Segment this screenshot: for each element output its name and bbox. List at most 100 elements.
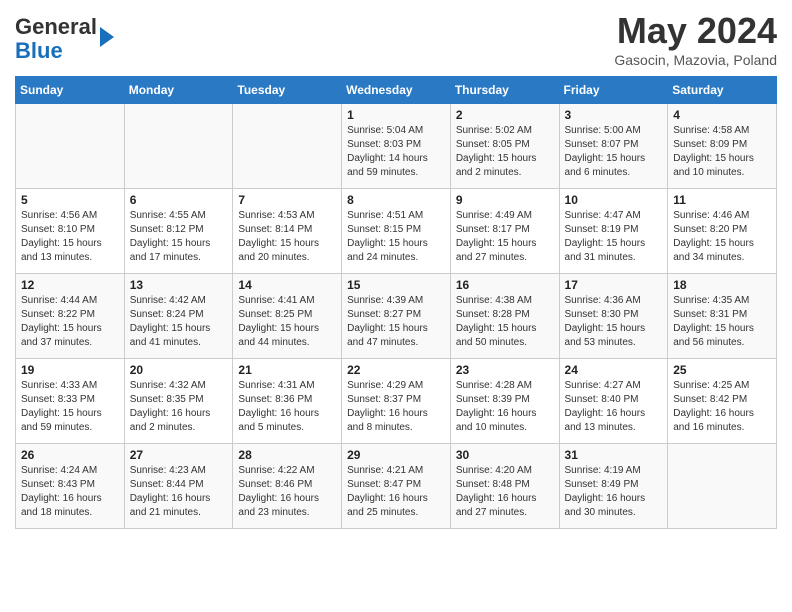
col-header-friday: Friday xyxy=(559,77,668,104)
calendar-cell: 11 Sunrise: 4:46 AM Sunset: 8:20 PM Dayli… xyxy=(668,189,777,274)
day-number: 18 xyxy=(673,278,771,292)
calendar-cell: 3 Sunrise: 5:00 AM Sunset: 8:07 PM Daylig… xyxy=(559,104,668,189)
week-row-1: 1 Sunrise: 5:04 AM Sunset: 8:03 PM Daylig… xyxy=(16,104,777,189)
calendar-cell: 9 Sunrise: 4:49 AM Sunset: 8:17 PM Daylig… xyxy=(450,189,559,274)
logo-arrow-icon xyxy=(100,27,114,47)
day-number: 12 xyxy=(21,278,119,292)
title-block: May 2024 Gasocin, Mazovia, Poland xyxy=(614,10,777,68)
calendar-cell: 15Sunrise: 4:39 AM Sunset: 8:27 PM Dayli… xyxy=(342,274,451,359)
calendar-cell: 7 Sunrise: 4:53 AM Sunset: 8:14 PM Daylig… xyxy=(233,189,342,274)
day-number: 23 xyxy=(456,363,554,377)
day-info: Sunrise: 4:49 AM Sunset: 8:17 PM Dayligh… xyxy=(456,209,554,265)
main-title: May 2024 xyxy=(614,10,777,52)
day-number: 27 xyxy=(130,448,228,462)
calendar-cell: 21Sunrise: 4:31 AM Sunset: 8:36 PM Dayli… xyxy=(233,359,342,444)
subtitle: Gasocin, Mazovia, Poland xyxy=(614,52,777,68)
col-header-wednesday: Wednesday xyxy=(342,77,451,104)
logo: General Blue xyxy=(15,15,114,63)
week-row-5: 26 Sunrise: 4:24 AM Sunset: 8:43 PM Dayli… xyxy=(16,444,777,529)
day-info: Sunrise: 4:44 AM Sunset: 8:22 PM Dayligh… xyxy=(21,294,119,350)
day-number: 8 xyxy=(347,193,445,207)
day-info: Sunrise: 4:31 AM Sunset: 8:36 PM Dayligh… xyxy=(238,379,336,435)
calendar-cell: 24Sunrise: 4:27 AM Sunset: 8:40 PM Dayli… xyxy=(559,359,668,444)
day-number: 29 xyxy=(347,448,445,462)
header-row: SundayMondayTuesdayWednesdayThursdayFrid… xyxy=(16,77,777,104)
calendar-cell: 6 Sunrise: 4:55 AM Sunset: 8:12 PM Daylig… xyxy=(124,189,233,274)
day-info: Sunrise: 4:53 AM Sunset: 8:14 PM Dayligh… xyxy=(238,209,336,265)
day-info: Sunrise: 4:46 AM Sunset: 8:20 PM Dayligh… xyxy=(673,209,771,265)
day-number: 9 xyxy=(456,193,554,207)
day-number: 7 xyxy=(238,193,336,207)
day-number: 26 xyxy=(21,448,119,462)
day-info: Sunrise: 4:55 AM Sunset: 8:12 PM Dayligh… xyxy=(130,209,228,265)
page-header: General Blue May 2024 Gasocin, Mazovia, … xyxy=(15,10,777,68)
day-number: 10 xyxy=(565,193,663,207)
week-row-2: 5Sunrise: 4:56 AM Sunset: 8:10 PM Daylig… xyxy=(16,189,777,274)
day-info: Sunrise: 4:41 AM Sunset: 8:25 PM Dayligh… xyxy=(238,294,336,350)
week-row-4: 19Sunrise: 4:33 AM Sunset: 8:33 PM Dayli… xyxy=(16,359,777,444)
day-number: 16 xyxy=(456,278,554,292)
day-number: 30 xyxy=(456,448,554,462)
col-header-saturday: Saturday xyxy=(668,77,777,104)
day-info: Sunrise: 4:36 AM Sunset: 8:30 PM Dayligh… xyxy=(565,294,663,350)
calendar-cell: 19Sunrise: 4:33 AM Sunset: 8:33 PM Dayli… xyxy=(16,359,125,444)
calendar-cell: 29 Sunrise: 4:21 AM Sunset: 8:47 PM Dayli… xyxy=(342,444,451,529)
calendar-cell: 18 Sunrise: 4:35 AM Sunset: 8:31 PM Dayli… xyxy=(668,274,777,359)
calendar-table: SundayMondayTuesdayWednesdayThursdayFrid… xyxy=(15,76,777,529)
col-header-monday: Monday xyxy=(124,77,233,104)
calendar-cell: 5Sunrise: 4:56 AM Sunset: 8:10 PM Daylig… xyxy=(16,189,125,274)
day-info: Sunrise: 4:29 AM Sunset: 8:37 PM Dayligh… xyxy=(347,379,445,435)
calendar-cell: 8 Sunrise: 4:51 AM Sunset: 8:15 PM Daylig… xyxy=(342,189,451,274)
day-info: Sunrise: 5:04 AM Sunset: 8:03 PM Dayligh… xyxy=(347,124,445,180)
day-info: Sunrise: 4:35 AM Sunset: 8:31 PM Dayligh… xyxy=(673,294,771,350)
day-number: 25 xyxy=(673,363,771,377)
calendar-cell: 10 Sunrise: 4:47 AM Sunset: 8:19 PM Dayli… xyxy=(559,189,668,274)
day-number: 4 xyxy=(673,108,771,122)
day-info: Sunrise: 4:21 AM Sunset: 8:47 PM Dayligh… xyxy=(347,464,445,520)
day-info: Sunrise: 4:20 AM Sunset: 8:48 PM Dayligh… xyxy=(456,464,554,520)
calendar-cell: 26 Sunrise: 4:24 AM Sunset: 8:43 PM Dayli… xyxy=(16,444,125,529)
day-info: Sunrise: 4:58 AM Sunset: 8:09 PM Dayligh… xyxy=(673,124,771,180)
logo-blue: Blue xyxy=(15,38,63,63)
day-number: 17 xyxy=(565,278,663,292)
day-info: Sunrise: 4:19 AM Sunset: 8:49 PM Dayligh… xyxy=(565,464,663,520)
day-number: 31 xyxy=(565,448,663,462)
day-number: 13 xyxy=(130,278,228,292)
day-number: 11 xyxy=(673,193,771,207)
day-info: Sunrise: 4:28 AM Sunset: 8:39 PM Dayligh… xyxy=(456,379,554,435)
calendar-cell: 22Sunrise: 4:29 AM Sunset: 8:37 PM Dayli… xyxy=(342,359,451,444)
calendar-cell: 31 Sunrise: 4:19 AM Sunset: 8:49 PM Dayli… xyxy=(559,444,668,529)
calendar-cell: 30 Sunrise: 4:20 AM Sunset: 8:48 PM Dayli… xyxy=(450,444,559,529)
day-info: Sunrise: 4:23 AM Sunset: 8:44 PM Dayligh… xyxy=(130,464,228,520)
day-info: Sunrise: 4:47 AM Sunset: 8:19 PM Dayligh… xyxy=(565,209,663,265)
day-info: Sunrise: 4:33 AM Sunset: 8:33 PM Dayligh… xyxy=(21,379,119,435)
day-info: Sunrise: 4:42 AM Sunset: 8:24 PM Dayligh… xyxy=(130,294,228,350)
day-info: Sunrise: 4:51 AM Sunset: 8:15 PM Dayligh… xyxy=(347,209,445,265)
week-row-3: 12 Sunrise: 4:44 AM Sunset: 8:22 PM Dayli… xyxy=(16,274,777,359)
calendar-cell xyxy=(124,104,233,189)
calendar-cell: 25 Sunrise: 4:25 AM Sunset: 8:42 PM Dayli… xyxy=(668,359,777,444)
day-number: 6 xyxy=(130,193,228,207)
day-number: 14 xyxy=(238,278,336,292)
col-header-tuesday: Tuesday xyxy=(233,77,342,104)
calendar-cell: 2Sunrise: 5:02 AM Sunset: 8:05 PM Daylig… xyxy=(450,104,559,189)
day-info: Sunrise: 5:02 AM Sunset: 8:05 PM Dayligh… xyxy=(456,124,554,180)
calendar-cell: 1 Sunrise: 5:04 AM Sunset: 8:03 PM Daylig… xyxy=(342,104,451,189)
day-number: 15 xyxy=(347,278,445,292)
day-info: Sunrise: 4:32 AM Sunset: 8:35 PM Dayligh… xyxy=(130,379,228,435)
calendar-cell: 4 Sunrise: 4:58 AM Sunset: 8:09 PM Daylig… xyxy=(668,104,777,189)
day-number: 3 xyxy=(565,108,663,122)
day-info: Sunrise: 4:24 AM Sunset: 8:43 PM Dayligh… xyxy=(21,464,119,520)
day-info: Sunrise: 4:25 AM Sunset: 8:42 PM Dayligh… xyxy=(673,379,771,435)
calendar-cell: 23 Sunrise: 4:28 AM Sunset: 8:39 PM Dayli… xyxy=(450,359,559,444)
day-info: Sunrise: 5:00 AM Sunset: 8:07 PM Dayligh… xyxy=(565,124,663,180)
calendar-cell: 16Sunrise: 4:38 AM Sunset: 8:28 PM Dayli… xyxy=(450,274,559,359)
calendar-cell: 28Sunrise: 4:22 AM Sunset: 8:46 PM Dayli… xyxy=(233,444,342,529)
day-number: 1 xyxy=(347,108,445,122)
calendar-cell: 17 Sunrise: 4:36 AM Sunset: 8:30 PM Dayli… xyxy=(559,274,668,359)
calendar-cell: 27 Sunrise: 4:23 AM Sunset: 8:44 PM Dayli… xyxy=(124,444,233,529)
day-number: 5 xyxy=(21,193,119,207)
col-header-sunday: Sunday xyxy=(16,77,125,104)
logo-general: General xyxy=(15,14,97,39)
day-info: Sunrise: 4:27 AM Sunset: 8:40 PM Dayligh… xyxy=(565,379,663,435)
